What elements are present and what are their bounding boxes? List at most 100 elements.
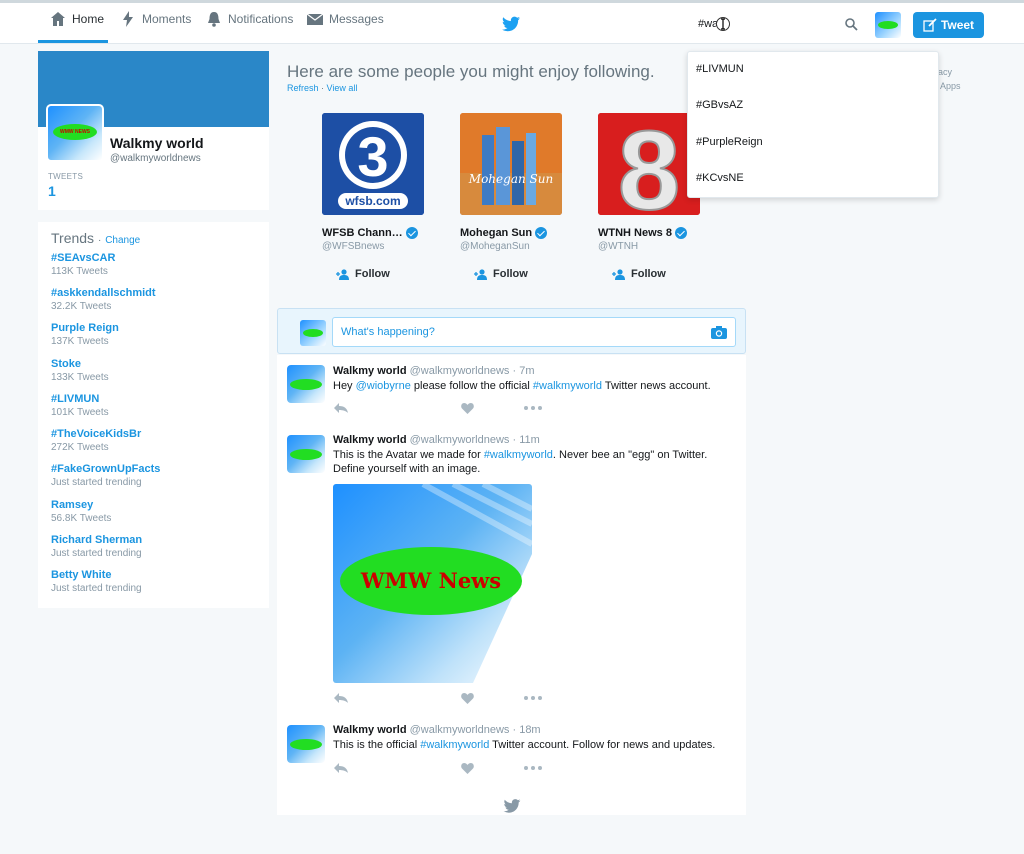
account-avatar-wtnh[interactable]: 8	[598, 113, 700, 215]
trends-change-link[interactable]: Change	[105, 235, 140, 246]
tweet-header: Walkmy world @walkmyworldnews · 11m	[333, 434, 540, 446]
search-input[interactable]: #wa	[688, 12, 868, 38]
nav-notifications[interactable]: Notifications	[206, 12, 293, 42]
tweet-mention-link[interactable]: @wiobyrne	[356, 380, 411, 392]
trend-tweet-count: 137K Tweets	[51, 336, 109, 347]
account-avatar-mohegan[interactable]: Mohegan Sun	[460, 113, 562, 215]
tweet-item[interactable]: Walkmy world @walkmyworldnews · 18m This…	[277, 715, 746, 785]
tweet-handle-time[interactable]: @walkmyworldnews · 7m	[410, 365, 535, 377]
reply-icon[interactable]	[333, 692, 349, 704]
footer-twitter-bird-icon	[503, 799, 521, 813]
trend-name[interactable]: Ramsey	[51, 499, 111, 511]
more-options-icon[interactable]	[523, 762, 543, 774]
heart-icon[interactable]	[461, 692, 474, 704]
twitter-bird-icon[interactable]	[502, 16, 520, 32]
tweet-button[interactable]: Tweet	[913, 12, 984, 38]
follow-button-label: Follow	[493, 268, 528, 280]
nav-moments-label: Moments	[142, 12, 192, 26]
profile-handle[interactable]: @walkmyworldnews	[110, 153, 201, 164]
account-avatar-wfsb[interactable]: 3 wfsb.com	[322, 113, 424, 215]
trend-name[interactable]: #FakeGrownUpFacts	[51, 463, 160, 475]
nav-avatar[interactable]	[875, 12, 901, 38]
account-name[interactable]: WTNH News 8	[598, 227, 738, 239]
more-options-icon[interactable]	[523, 402, 543, 414]
tweet-media-image[interactable]: WMW News	[333, 484, 532, 683]
trend-item[interactable]: Purple Reign 137K Tweets	[51, 322, 119, 347]
follow-button[interactable]: Follow	[336, 268, 462, 280]
right-footer-link-fragment[interactable]: acy	[938, 67, 952, 77]
composer-avatar	[300, 320, 326, 346]
trend-name[interactable]: Richard Sherman	[51, 534, 142, 546]
trend-item[interactable]: Betty White Just started trending	[51, 569, 142, 594]
trend-name[interactable]: Purple Reign	[51, 322, 119, 334]
follow-button[interactable]: Follow	[474, 268, 600, 280]
account-handle[interactable]: @WTNH	[598, 241, 738, 252]
nav-moments[interactable]: Moments	[120, 11, 192, 42]
heart-icon[interactable]	[461, 402, 474, 414]
tweet-author-name[interactable]: Walkmy world	[333, 365, 407, 377]
account-name-text[interactable]: WTNH News 8	[598, 227, 672, 239]
account-name-text[interactable]: Mohegan Sun	[460, 227, 532, 239]
heart-icon[interactable]	[461, 762, 474, 774]
trend-item[interactable]: Richard Sherman Just started trending	[51, 534, 142, 559]
account-name[interactable]: WFSB Chann…	[322, 227, 462, 239]
search-suggestion-item[interactable]: #KCvsNE	[696, 172, 744, 184]
tweet-handle-time[interactable]: @walkmyworldnews · 18m	[410, 724, 541, 736]
who-to-follow-links: Refresh · View all	[287, 83, 357, 93]
tweet-handle-time[interactable]: @walkmyworldnews · 11m	[410, 434, 540, 446]
tweet-compose-input[interactable]: What's happening?	[332, 317, 736, 347]
tweets-stat-label[interactable]: TWEETS	[48, 172, 83, 181]
account-handle[interactable]: @MoheganSun	[460, 241, 600, 252]
trend-item[interactable]: #FakeGrownUpFacts Just started trending	[51, 463, 160, 488]
trend-name[interactable]: #LIVMUN	[51, 393, 109, 405]
right-footer-link-fragment[interactable]: Apps	[940, 81, 961, 91]
trend-item[interactable]: #askkendallschmidt 32.2K Tweets	[51, 287, 156, 312]
mohegan-logo-text: Mohegan Sun	[468, 172, 553, 186]
profile-avatar[interactable]: WMW NEWS	[46, 104, 104, 162]
tweet-author-name[interactable]: Walkmy world	[333, 434, 407, 446]
trend-name[interactable]: #SEAvsCAR	[51, 252, 115, 264]
tweets-stat-count[interactable]: 1	[48, 183, 56, 199]
camera-icon[interactable]	[711, 325, 727, 339]
reply-icon[interactable]	[333, 762, 349, 774]
account-name[interactable]: Mohegan Sun	[460, 227, 600, 239]
more-options-icon[interactable]	[523, 692, 543, 704]
nav-notifications-label: Notifications	[228, 12, 294, 26]
tweet-avatar[interactable]	[287, 725, 325, 763]
trend-name[interactable]: #askkendallschmidt	[51, 287, 156, 299]
tweet-item[interactable]: Walkmy world @walkmyworldnews · 11m This…	[277, 425, 746, 715]
search-suggestion-item[interactable]: #GBvsAZ	[696, 99, 743, 111]
tweet-item[interactable]: Walkmy world @walkmyworldnews · 7m Hey @…	[277, 355, 746, 425]
view-all-link[interactable]: View all	[327, 83, 358, 93]
tweet-avatar[interactable]	[287, 365, 325, 403]
tweet-text-part: This is the official	[333, 739, 421, 751]
lightning-icon	[123, 11, 133, 27]
tweet-author-name[interactable]: Walkmy world	[333, 724, 407, 736]
tweet-avatar[interactable]	[287, 435, 325, 473]
trend-item[interactable]: Stoke 133K Tweets	[51, 358, 109, 383]
verified-icon	[674, 227, 687, 239]
search-suggestion-item[interactable]: #LIVMUN	[696, 63, 744, 75]
reply-icon[interactable]	[333, 402, 349, 414]
trend-name[interactable]: Stoke	[51, 358, 109, 370]
tweet-hashtag-link[interactable]: #walkmyworld	[533, 380, 602, 392]
search-suggestion-item[interactable]: #PurpleReign	[696, 136, 763, 148]
search-icon[interactable]	[844, 17, 858, 31]
account-handle[interactable]: @WFSBnews	[322, 241, 462, 252]
tweet-hashtag-link[interactable]: #walkmyworld	[484, 449, 553, 461]
wtnh-logo-number: 8	[618, 113, 680, 215]
profile-name[interactable]: Walkmy world	[110, 135, 204, 151]
follow-button[interactable]: Follow	[612, 268, 738, 280]
trend-item[interactable]: Ramsey 56.8K Tweets	[51, 499, 111, 524]
nav-messages[interactable]: Messages	[307, 12, 384, 42]
tweet-hashtag-link[interactable]: #walkmyworld	[420, 739, 489, 751]
trend-name[interactable]: Betty White	[51, 569, 142, 581]
trend-item[interactable]: #LIVMUN 101K Tweets	[51, 393, 109, 418]
trend-name[interactable]: #TheVoiceKidsBr	[51, 428, 141, 440]
trend-item[interactable]: #TheVoiceKidsBr 272K Tweets	[51, 428, 141, 453]
account-name-text[interactable]: WFSB Chann…	[322, 227, 403, 239]
trend-item[interactable]: #SEAvsCAR 113K Tweets	[51, 252, 115, 277]
nav-home[interactable]: Home	[38, 12, 108, 43]
refresh-link[interactable]: Refresh	[287, 83, 319, 93]
tweet-text: Hey @wiobyrne please follow the official…	[333, 379, 733, 393]
